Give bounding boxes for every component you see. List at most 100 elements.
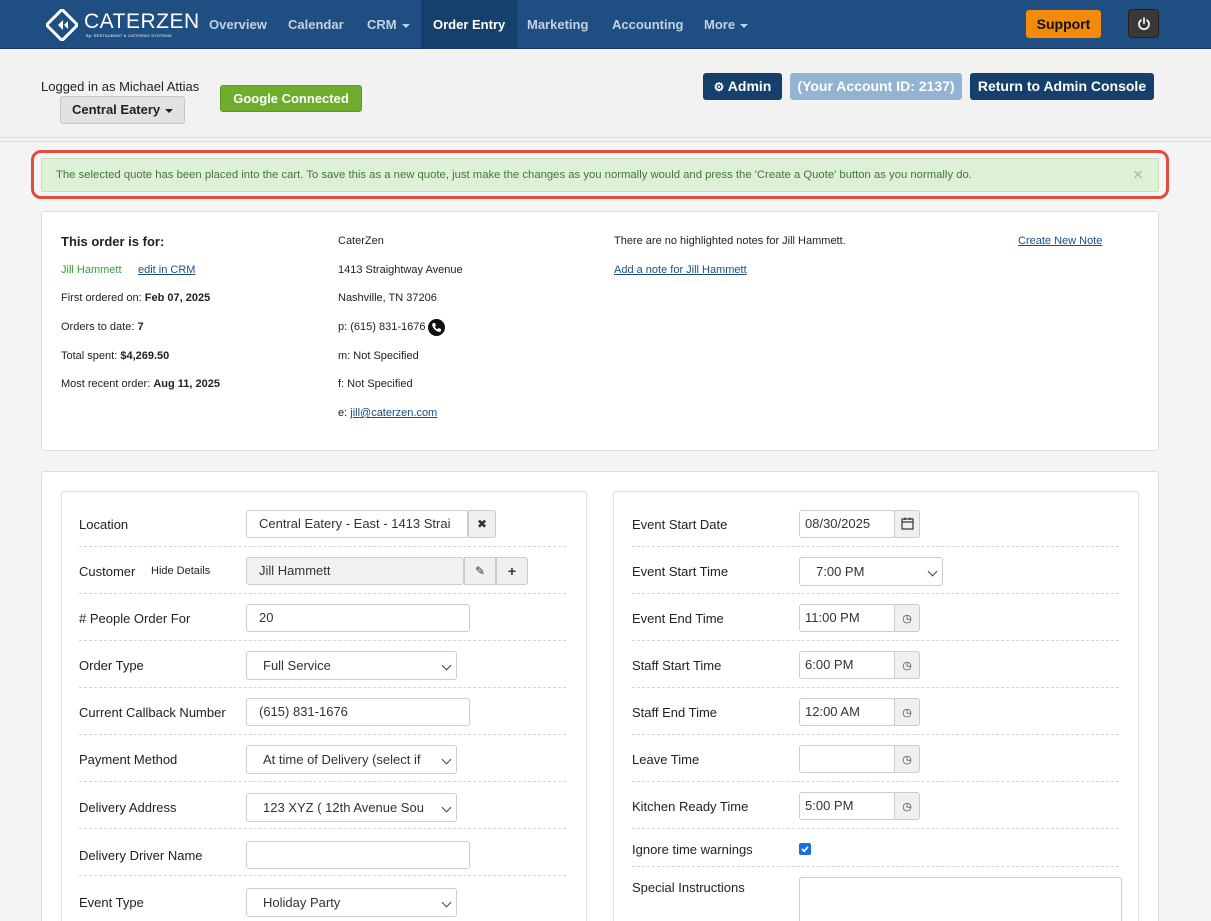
chevron-down-icon [927,566,938,577]
city-state-zip: Nashville, TN 37206 [338,292,437,304]
alert-highlight-ring [31,150,1169,199]
recent-label: Most recent order: [61,378,151,390]
address-label: Delivery Address [79,800,177,815]
start-time-value: 7:00 PM [816,564,865,579]
staff-end-input[interactable]: 12:00 AM [799,698,895,726]
staff-start-clock-button[interactable]: ◷ [894,651,920,679]
logout-button[interactable] [1128,9,1159,38]
people-row: # People Order For 20 [79,594,566,641]
delivery-address-select[interactable]: 123 XYZ ( 12th Avenue Sou [246,793,457,822]
nav-calendar-label: Calendar [288,17,344,32]
people-count-input[interactable]: 20 [246,604,470,632]
callback-number-input[interactable]: (615) 831-1676 [246,698,470,726]
logged-in-text: Logged in as Michael Attias [41,79,200,94]
store-selector-dropdown[interactable]: Central Eatery [60,96,185,124]
support-button[interactable]: Support [1026,10,1101,38]
callback-label: Current Callback Number [79,705,226,720]
staff-end-clock-button[interactable]: ◷ [894,698,920,726]
clock-icon: ◷ [902,707,912,719]
staff-start-input[interactable]: 6:00 PM [799,651,895,679]
account-id-badge: (Your Account ID: 2137) [790,73,962,100]
order-type-select[interactable]: Full Service [246,651,457,680]
staff-start-row: Staff Start Time 6:00 PM ◷ [632,641,1119,688]
company-name: CaterZen [338,235,384,247]
top-navbar: CATERZEN By: RESTAURANT & CATERING SYSTE… [0,0,1211,49]
chevron-down-icon [441,897,452,908]
nav-order-entry[interactable]: Order Entry [421,0,518,49]
return-admin-console-button[interactable]: Return to Admin Console [970,73,1154,100]
nav-order-entry-label: Order Entry [433,17,506,32]
chevron-down-icon [401,23,410,28]
email-prefix: e: [338,407,348,419]
admin-label: Admin [727,78,772,94]
special-instructions-label: Special Instructions [632,880,745,895]
leave-time-row: Leave Time ◷ [632,735,1119,782]
order-type-label: Order Type [79,658,144,673]
first-ordered-label: First ordered on: [61,292,142,304]
location-label: Location [79,517,129,532]
customer-field[interactable]: Jill Hammett [246,557,464,585]
chevron-down-icon [441,754,452,765]
add-note-link[interactable]: Add a note for Jill Hammett [614,264,747,276]
google-connected-badge[interactable]: Google Connected [220,85,362,112]
admin-button[interactable]: ⚙ Admin [703,73,782,100]
nav-calendar[interactable]: Calendar [288,0,344,49]
nav-overview-label: Overview [209,17,267,32]
caterzen-logo-icon [46,9,78,41]
recent-value: Aug 11, 2025 [153,378,220,390]
location-row: Location Central Eatery - East - 1413 St… [79,500,566,547]
delivery-address-row: Delivery Address 123 XYZ ( 12th Avenue S… [79,782,566,829]
clock-icon: ◷ [902,801,912,813]
payment-value: At time of Delivery (select if [263,752,421,767]
people-label: # People Order For [79,611,191,626]
order-for-heading: This order is for: [61,234,165,249]
end-time-row: Event End Time 11:00 PM ◷ [632,594,1119,641]
first-ordered-value: Feb 07, 2025 [144,292,211,304]
end-time-input[interactable]: 11:00 PM [799,604,895,632]
event-type-select[interactable]: Holiday Party [246,888,457,917]
nav-accounting[interactable]: Accounting [612,0,684,49]
clock-icon: ◷ [902,754,912,766]
leave-time-clock-button[interactable]: ◷ [894,745,920,773]
customer-name-link[interactable]: Jill Hammett [61,264,122,276]
event-type-row: Event Type Holiday Party [79,876,566,921]
email-link[interactable]: jill@caterzen.com [350,407,437,419]
add-customer-button[interactable]: + [496,557,528,585]
kitchen-ready-input[interactable]: 5:00 PM [799,792,895,820]
start-date-row: Event Start Date 08/30/2025 [632,500,1119,547]
chevron-down-icon [441,802,452,813]
driver-name-input[interactable] [246,841,470,869]
edit-in-crm-link[interactable]: edit in CRM [138,264,195,276]
nav-crm-label: CRM [367,17,397,32]
driver-row: Delivery Driver Name [79,829,566,876]
start-date-label: Event Start Date [632,517,728,532]
nav-overview[interactable]: Overview [209,0,267,49]
leave-time-label: Leave Time [632,752,700,767]
create-new-note-link[interactable]: Create New Note [1018,235,1102,247]
ignore-warnings-checkbox[interactable] [799,843,811,855]
account-header: Logged in as Michael Attias Central Eate… [0,50,1211,142]
event-type-label: Event Type [79,895,144,910]
special-instructions-textarea[interactable] [799,877,1122,921]
start-time-label: Event Start Time [632,564,729,579]
end-time-clock-button[interactable]: ◷ [894,604,920,632]
nav-crm[interactable]: CRM [367,0,410,49]
end-time-label: Event End Time [632,611,724,626]
hide-details-link[interactable]: Hide Details [151,565,210,577]
nav-marketing[interactable]: Marketing [527,0,588,49]
orders-value: 7 [137,321,144,333]
clear-location-button[interactable]: ✖ [468,510,496,538]
event-type-value: Holiday Party [263,895,341,910]
start-time-select[interactable]: 7:00 PM [799,557,943,586]
nav-more[interactable]: More [704,0,749,49]
payment-method-select[interactable]: At time of Delivery (select if [246,745,457,774]
start-date-input[interactable]: 08/30/2025 [799,510,895,538]
chevron-down-icon [441,660,452,671]
location-field[interactable]: Central Eatery - East - 1413 Strai [246,510,468,538]
ignore-warnings-row: Ignore time warnings [632,829,1119,867]
kitchen-ready-clock-button[interactable]: ◷ [894,792,920,820]
leave-time-input[interactable] [799,745,895,773]
edit-customer-button[interactable]: ✎ [464,557,496,585]
phone-call-icon[interactable] [428,319,445,336]
calendar-button[interactable] [894,510,920,538]
